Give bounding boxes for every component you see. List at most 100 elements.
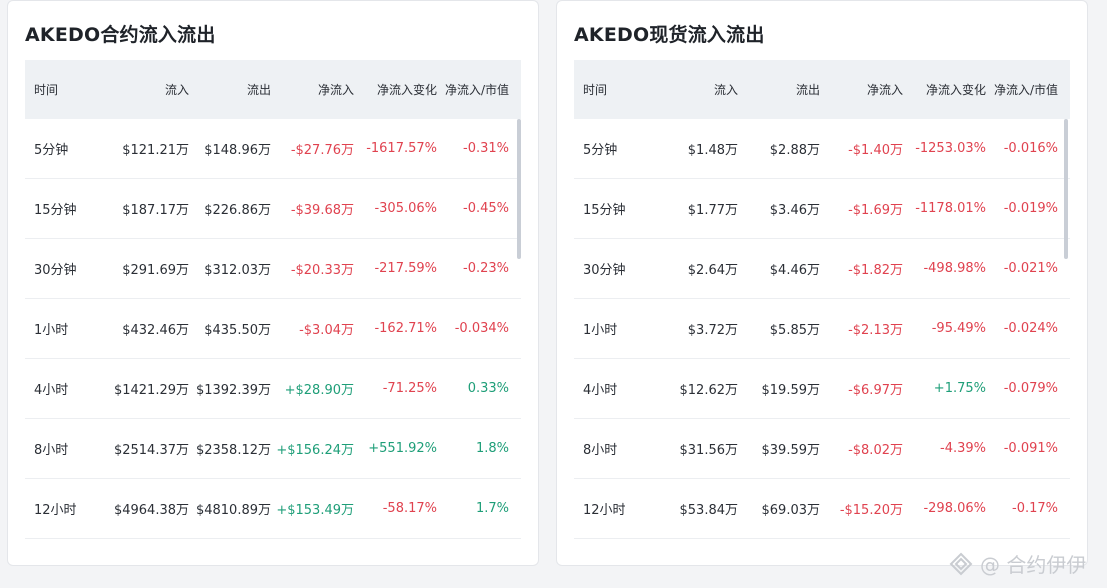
- table-cell: -$1.69万: [848, 203, 903, 218]
- table-cell: 5分钟: [583, 143, 618, 158]
- table-cell: 4小时: [583, 383, 618, 398]
- table-cell: $53.84万: [679, 503, 739, 518]
- table-cell: $2514.37万: [113, 443, 189, 458]
- table-cell: -0.079%: [1003, 381, 1058, 396]
- table-cell: $5.85万: [769, 323, 820, 338]
- table-cell: $4964.38万: [113, 503, 189, 518]
- table-cell: -0.016%: [1003, 141, 1058, 156]
- table-row: 5分钟 $1.48万 $2.88万 -$1.40万 -1253.03% -0.016%: [574, 119, 1070, 179]
- table-cell: -$39.68万: [290, 203, 354, 218]
- table-cell: -4.39%: [940, 441, 986, 456]
- table-cell: $226.86万: [204, 203, 271, 218]
- table-cell: 12小时: [34, 503, 77, 518]
- watermark: @ 合约伊伊: [948, 549, 1086, 578]
- table-cell: $432.46万: [122, 323, 189, 338]
- table-row: 12小时 $4964.38万 $4810.89万 +$153.49万 -58.17% 1.…: [25, 479, 521, 539]
- table-cell: +$156.24万: [276, 443, 354, 458]
- table-cell: -1178.01%: [915, 201, 986, 216]
- table-cell: $19.59万: [761, 383, 821, 398]
- table-cell: -0.021%: [1003, 261, 1058, 276]
- column-header: 净流入: [866, 83, 903, 97]
- table-row: 8小时 $31.56万 $39.59万 -$8.02万 -4.39% -0.091%: [574, 419, 1070, 479]
- column-header: 时间: [583, 83, 608, 97]
- table-row: 1小时 $3.72万 $5.85万 -$2.13万 -95.49% -0.024%: [574, 299, 1070, 359]
- table-cell: $1421.29万: [113, 383, 189, 398]
- table-cell: $3.46万: [769, 203, 820, 218]
- table-cell: 5分钟: [34, 143, 69, 158]
- column-header: 净流入变化: [376, 83, 437, 97]
- table-cell: -95.49%: [931, 321, 986, 336]
- scrollbar[interactable]: [517, 119, 521, 259]
- table-row: 30分钟 $291.69万 $312.03万 -$20.33万 -217.59% -0.2…: [25, 239, 521, 299]
- table-cell: -498.98%: [923, 261, 986, 276]
- column-header: 净流入/市值: [993, 83, 1058, 97]
- table-cell: -1253.03%: [915, 141, 986, 156]
- table-cell: 8小时: [34, 443, 69, 458]
- table-cell: $187.17万: [122, 203, 189, 218]
- table-cell: $2358.12万: [195, 443, 271, 458]
- table-cell: -$3.04万: [299, 323, 354, 338]
- table-cell: $4.46万: [769, 263, 820, 278]
- column-header: 流入: [164, 83, 189, 97]
- column-header: 净流入变化: [925, 83, 986, 97]
- table-cell: -$1.40万: [848, 143, 903, 158]
- table-cell: 1小时: [583, 323, 618, 338]
- table-row: 1小时 $432.46万 $435.50万 -$3.04万 -162.71% -0.034…: [25, 299, 521, 359]
- logo-icon: [949, 552, 973, 575]
- table-cell: $291.69万: [122, 263, 189, 278]
- table-cell: $312.03万: [204, 263, 271, 278]
- table-cell: -298.06%: [923, 501, 986, 516]
- table-row: 30分钟 $2.64万 $4.46万 -$1.82万 -498.98% -0.021%: [574, 239, 1070, 299]
- panel-title: AKEDO现货流入流出: [574, 24, 765, 46]
- table-cell: $1392.39万: [195, 383, 271, 398]
- table-cell: 30分钟: [583, 263, 626, 278]
- table-cell: 30分钟: [34, 263, 77, 278]
- table-cell: -$15.20万: [839, 503, 903, 518]
- table-cell: -0.31%: [463, 141, 509, 156]
- table-cell: -217.59%: [374, 261, 437, 276]
- table-cell: +$28.90万: [284, 383, 354, 398]
- table-cell: -$6.97万: [848, 383, 903, 398]
- table-cell: $3.72万: [687, 323, 738, 338]
- table-cell: -$2.13万: [848, 323, 903, 338]
- table-cell: -0.17%: [1012, 501, 1058, 516]
- table-cell: -0.091%: [1003, 441, 1058, 456]
- column-header: 净流入: [317, 83, 354, 97]
- table-cell: +1.75%: [933, 381, 986, 396]
- table-cell: -0.23%: [463, 261, 509, 276]
- table-cell: 0.33%: [467, 381, 509, 396]
- table-cell: 15分钟: [34, 203, 77, 218]
- table-cell: +$153.49万: [276, 503, 354, 518]
- table-row: 4小时 $1421.29万 $1392.39万 +$28.90万 -71.25% 0.33…: [25, 359, 521, 419]
- table-cell: -0.019%: [1003, 201, 1058, 216]
- flow-table: 时间 流入 流出 净流入 净流入变化 净流入/市值 5分钟 $121.21万 $148.96万 -…: [25, 60, 521, 539]
- column-header: 时间: [34, 83, 59, 97]
- column-header: 流入: [713, 83, 738, 97]
- table-cell: $1.48万: [687, 143, 738, 158]
- table-cell: -58.17%: [382, 501, 437, 516]
- table-cell: -305.06%: [374, 201, 437, 216]
- table-cell: $31.56万: [679, 443, 739, 458]
- table-cell: 15分钟: [583, 203, 626, 218]
- table-row: 15分钟 $187.17万 $226.86万 -$39.68万 -305.06% -0.4…: [25, 179, 521, 239]
- table-cell: $1.77万: [687, 203, 738, 218]
- table-cell: +551.92%: [368, 441, 437, 456]
- table-cell: 12小时: [583, 503, 626, 518]
- table-row: 5分钟 $121.21万 $148.96万 -$27.76万 -1617.57% -0.3…: [25, 119, 521, 179]
- flow-table: 时间 流入 流出 净流入 净流入变化 净流入/市值 5分钟 $1.48万 $2.88万 -$1.4…: [574, 60, 1070, 539]
- table-header: 时间 流入 流出 净流入 净流入变化 净流入/市值: [574, 60, 1070, 119]
- table-row: 4小时 $12.62万 $19.59万 -$6.97万 +1.75% -0.079%: [574, 359, 1070, 419]
- table-cell: -$1.82万: [848, 263, 903, 278]
- table-cell: -162.71%: [374, 321, 437, 336]
- spot-flow-panel: AKEDO现货流入流出 时间 流入 流出 净流入 净流入变化 净流入/市值 5分钟 $1.48…: [556, 0, 1088, 566]
- panel-title: AKEDO合约流入流出: [25, 24, 216, 46]
- scrollbar[interactable]: [1064, 119, 1068, 259]
- table-cell: 4小时: [34, 383, 69, 398]
- table-row: 15分钟 $1.77万 $3.46万 -$1.69万 -1178.01% -0.019%: [574, 179, 1070, 239]
- table-cell: -71.25%: [382, 381, 437, 396]
- table-cell: -$20.33万: [290, 263, 354, 278]
- contract-flow-panel: AKEDO合约流入流出 时间 流入 流出 净流入 净流入变化 净流入/市值 5分钟 $121.…: [7, 0, 539, 566]
- table-cell: -$27.76万: [290, 143, 354, 158]
- table-cell: $148.96万: [204, 143, 271, 158]
- table-cell: $12.62万: [679, 383, 739, 398]
